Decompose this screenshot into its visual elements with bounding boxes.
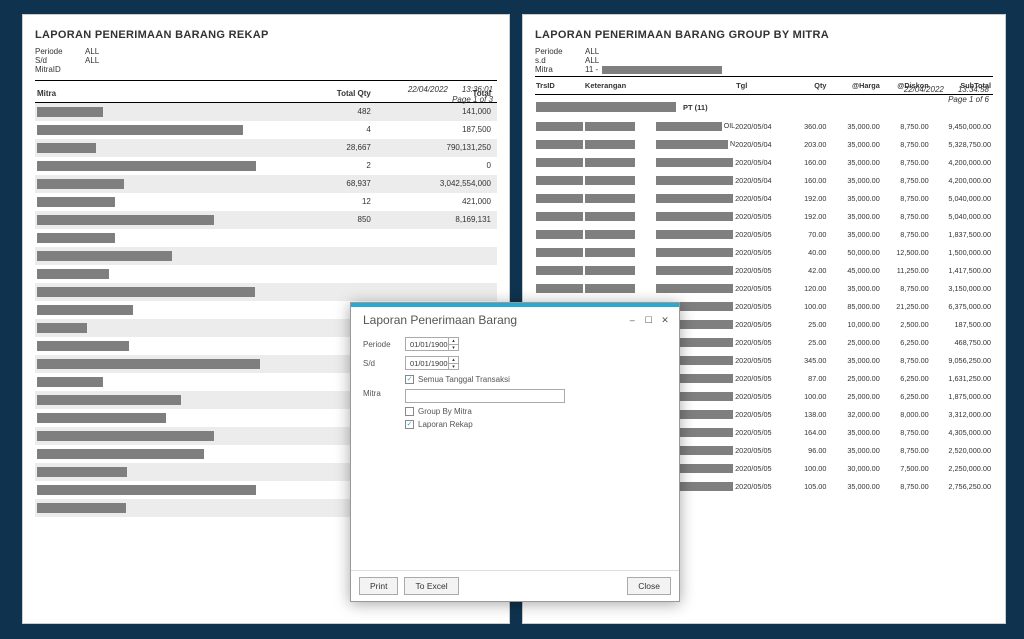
print-button[interactable]: Print (359, 577, 398, 595)
table-row: 4187,500 (35, 121, 497, 139)
table-row: 2020/05/05 120.0035,000.008,750.003,150,… (535, 279, 993, 297)
table-row (35, 283, 497, 301)
meta-periode: PeriodeALL (35, 47, 497, 56)
meta-periode: PeriodeALL (535, 47, 993, 56)
table-row: 2020/05/05 40.0050,000.0012,500.001,500,… (535, 243, 993, 261)
report-timestamp: 22/04/202213:36:01 Page 1 of 3 (408, 85, 493, 106)
report-dialog: Laporan Penerimaan Barang – ☐ ✕ Periode … (350, 302, 680, 602)
dialog-titlebar: Laporan Penerimaan Barang – ☐ ✕ (351, 307, 679, 331)
col-qty: Total Qty (284, 85, 376, 103)
table-row: 20 (35, 157, 497, 175)
chk-semua-tanggal[interactable]: Semua Tanggal Transaksi (405, 375, 510, 384)
page-title: LAPORAN PENERIMAAN BARANG GROUP BY MITRA (535, 29, 993, 41)
table-row: 12421,000 (35, 193, 497, 211)
col-tgl: Tgl (735, 77, 793, 95)
dialog-title: Laporan Penerimaan Barang (363, 313, 517, 327)
table-row: 28,667790,131,250 (35, 139, 497, 157)
report-timestamp: 22/04/202213:34:58 Page 1 of 6 (904, 85, 989, 106)
col-ket: Keterangan (584, 77, 735, 95)
chk-group-by-mitra[interactable]: Group By Mitra (405, 407, 565, 416)
periode-label: Periode (363, 340, 399, 349)
table-row: 2020/05/04 160.0035,000.008,750.004,200,… (535, 171, 993, 189)
mitra-label: Mitra (363, 389, 399, 398)
col-harga: @Harga (828, 77, 881, 95)
page-title: LAPORAN PENERIMAAN BARANG REKAP (35, 29, 497, 41)
table-row (35, 265, 497, 283)
table-row: 2020/05/04 160.0035,000.008,750.004,200,… (535, 153, 993, 171)
table-row: OIL 2020/05/04 360.0035,000.008,750.009,… (535, 117, 993, 135)
col-trsid: TrsID (535, 77, 584, 95)
maximize-icon[interactable]: ☐ (643, 315, 655, 326)
table-row (35, 229, 497, 247)
table-row: N 2020/05/04 203.0035,000.008,750.005,32… (535, 135, 993, 153)
table-row: 68,9373,042,554,000 (35, 175, 497, 193)
meta-mitra: Mitra 11 - (535, 65, 993, 74)
col-qty: Qty (793, 77, 829, 95)
close-icon[interactable]: ✕ (659, 315, 671, 326)
col-mitra: Mitra (35, 85, 284, 103)
table-row: 2020/05/05 42.0045,000.0011,250.001,417,… (535, 261, 993, 279)
minimize-icon[interactable]: – (626, 315, 638, 325)
table-row: 2020/05/05 192.0035,000.008,750.005,040,… (535, 207, 993, 225)
table-row: 2020/05/04 192.0035,000.008,750.005,040,… (535, 189, 993, 207)
table-row (35, 247, 497, 265)
group-name: PT (11) (683, 103, 708, 112)
periode-input[interactable]: 01/01/1900▴▾ (405, 337, 459, 351)
close-button[interactable]: Close (627, 577, 671, 595)
to-excel-button[interactable]: To Excel (404, 577, 458, 595)
sd-label: S/d (363, 359, 399, 368)
meta-sd: s.dALL (535, 56, 993, 65)
chk-laporan-rekap[interactable]: Laporan Rekap (405, 420, 565, 429)
meta-sd: S/dALL (35, 56, 497, 65)
meta-mitra: MitraID (35, 65, 497, 74)
table-row: 2020/05/05 70.0035,000.008,750.001,837,5… (535, 225, 993, 243)
mitra-input[interactable] (405, 389, 565, 403)
sd-input[interactable]: 01/01/1900▴▾ (405, 356, 459, 370)
table-row: 8508,169,131 (35, 211, 497, 229)
mitra-mask (602, 66, 722, 74)
